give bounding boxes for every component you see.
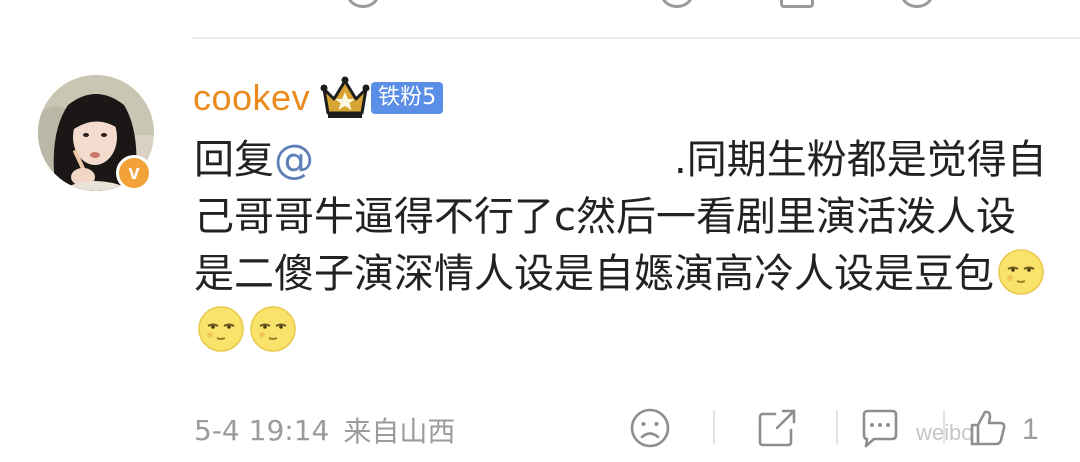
moon-face-emoji xyxy=(998,249,1044,295)
comment-icon[interactable] xyxy=(858,406,902,450)
share-icon[interactable] xyxy=(755,406,799,450)
comment-location: 来自山西 xyxy=(343,415,456,448)
comment-header: cookev 铁粉5 xyxy=(193,73,444,123)
mention-link[interactable]: @ xyxy=(274,137,314,183)
comment-meta: 5-4 19:14 来自山西 xyxy=(194,408,455,452)
previous-share-icon[interactable] xyxy=(780,0,814,8)
comment-item: v cookev 铁粉5 回复@ .同期生粉都是觉得自己哥哥牛逼得不行了c然后一看… xyxy=(0,0,1080,462)
previous-like-icon[interactable] xyxy=(900,0,934,8)
moon-face-emoji xyxy=(198,306,244,352)
action-separator xyxy=(836,410,838,444)
like-count: 1 xyxy=(1022,413,1039,446)
comment-content: 回复@ .同期生粉都是觉得自己哥哥牛逼得不行了c然后一看剧里演活泼人设是二傻子演深… xyxy=(194,132,1054,360)
username[interactable]: cookev xyxy=(193,77,310,119)
avatar[interactable]: v xyxy=(38,75,154,191)
verified-badge: v xyxy=(116,155,152,191)
watermark: weibo xyxy=(916,420,974,445)
previous-comment-actions xyxy=(0,0,1080,8)
comment-timestamp: 5-4 19:14 xyxy=(194,413,330,447)
mention-hidden-name[interactable] xyxy=(314,163,674,173)
reply-prefix: 回复 xyxy=(194,137,274,183)
previous-reply-icon[interactable] xyxy=(660,0,694,8)
sad-face-icon[interactable] xyxy=(628,406,672,450)
previous-dislike-icon[interactable] xyxy=(346,0,380,8)
moon-face-emoji xyxy=(250,306,296,352)
comment-divider xyxy=(192,37,1080,39)
fan-level-badge[interactable]: 铁粉5 xyxy=(371,82,444,114)
crown-icon xyxy=(320,76,370,118)
action-separator xyxy=(713,410,715,444)
comment-text: .同期生粉都是觉得自己哥哥牛逼得不行了c然后一看剧里演活泼人设是二傻子演深情人设… xyxy=(194,137,1047,297)
